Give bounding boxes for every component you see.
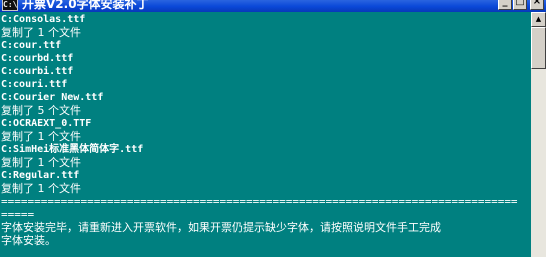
console-line: C:Consolas.ttf: [1, 14, 86, 25]
scroll-up-arrow-icon[interactable]: ▲: [531, 12, 546, 27]
console-line: C:Courier New.ttf: [1, 92, 104, 103]
minimize-button[interactable]: _: [498, 0, 512, 10]
console-line: ========================================…: [1, 195, 518, 208]
command-prompt-icon[interactable]: C:\: [2, 0, 18, 11]
vertical-scrollbar[interactable]: ▲: [531, 12, 546, 257]
console-line: 复制了 1 个文件: [1, 156, 81, 169]
console-line: C:cour.ttf: [1, 40, 62, 51]
console-line: 复制了 5 个文件: [1, 104, 81, 117]
console-line: 复制了 1 个文件: [1, 26, 81, 39]
console-line: C:SimHei标准黑体简体字.ttf: [1, 144, 144, 155]
console-output[interactable]: C:Consolas.ttf 复制了 1 个文件 C:cour.ttf C:courb…: [0, 12, 531, 257]
console-line: 字体安装完毕，请重新进入开票软件，如果开票仍提示缺少字体，请按照说明文件手工完成: [1, 221, 441, 234]
console-line: C:OCRAEXT_0.TTF: [1, 118, 92, 129]
console-line: C:courbi.ttf: [1, 66, 74, 77]
console-line: C:Regular.ttf: [1, 170, 80, 181]
title-bar[interactable]: C:\ 开票V2.0字体安装补丁 _ □ ×: [0, 0, 546, 12]
console-line: 复制了 1 个文件: [1, 130, 81, 143]
window-title: 开票V2.0字体安装补丁: [22, 0, 149, 11]
scrollbar-thumb[interactable]: [531, 27, 546, 69]
close-button[interactable]: ×: [530, 0, 544, 10]
console-line: C:couri.ttf: [1, 79, 68, 90]
maximize-button[interactable]: □: [513, 0, 527, 10]
console-window: C:\ 开票V2.0字体安装补丁 _ □ × C:Consolas.ttf 复制了…: [0, 0, 546, 257]
console-line: 复制了 1 个文件: [1, 182, 81, 195]
console-line: C:courbd.ttf: [1, 53, 74, 64]
console-line: 字体安装。: [1, 234, 56, 247]
console-line: =====: [1, 208, 35, 221]
